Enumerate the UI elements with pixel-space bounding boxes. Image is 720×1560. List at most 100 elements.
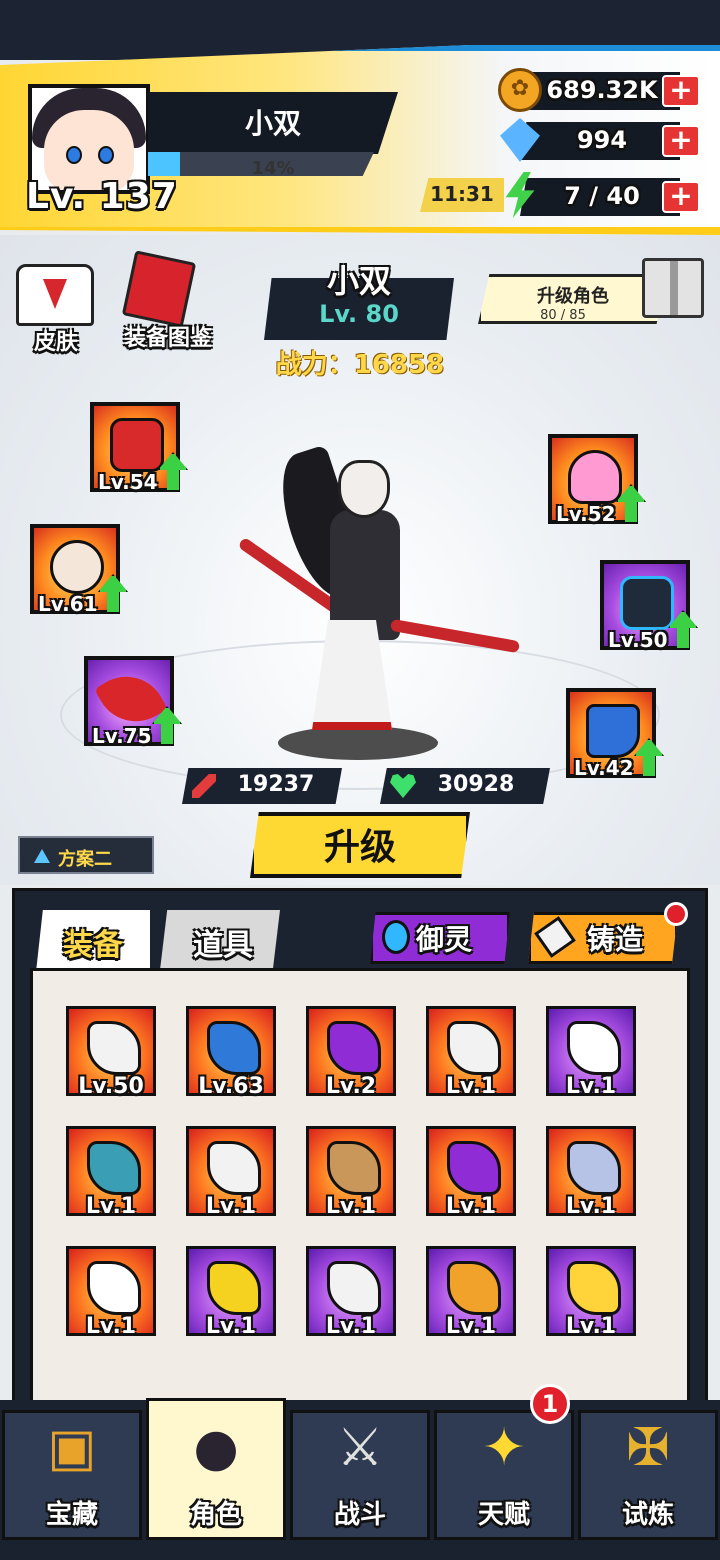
gift-box-icon[interactable] bbox=[642, 258, 704, 318]
inventory-item-level: Lv.1 bbox=[565, 1074, 617, 1099]
lightbulb-icon: ✦ bbox=[482, 1418, 526, 1478]
energy-timer: 11:31 bbox=[430, 182, 494, 206]
uniform-icon bbox=[87, 1261, 141, 1315]
inventory-item-level: Lv.2 bbox=[325, 1074, 377, 1099]
add-energy-button[interactable]: + bbox=[662, 181, 700, 213]
triangle-up-icon bbox=[34, 849, 50, 863]
armor-icon bbox=[620, 576, 674, 630]
inventory-item-level: Lv.1 bbox=[205, 1314, 257, 1339]
seal-orb-icon bbox=[50, 540, 104, 594]
inventory-item[interactable]: Lv.1 bbox=[546, 1126, 636, 1219]
hp-value: 30928 bbox=[437, 772, 515, 797]
inventory-item[interactable]: Lv.1 bbox=[186, 1126, 276, 1219]
energy-amount: 7 / 40 bbox=[564, 182, 640, 210]
uniform-icon bbox=[567, 1021, 621, 1075]
tab-items-label[interactable]: 道具 bbox=[168, 920, 278, 964]
character-portrait-icon: ● bbox=[193, 1418, 239, 1478]
inventory-item[interactable]: Lv.1 bbox=[426, 1246, 516, 1339]
codex-button-label[interactable]: 装备图鉴 bbox=[112, 320, 224, 352]
blade-icon bbox=[207, 1141, 261, 1195]
inventory-item[interactable]: Lv.50 bbox=[66, 1006, 156, 1099]
inventory-item[interactable]: Lv.1 bbox=[546, 1246, 636, 1339]
equip-slot-orb[interactable]: Lv.61 bbox=[30, 524, 128, 616]
equip-slot-boots[interactable]: Lv.42 bbox=[566, 688, 664, 780]
equip-level: Lv.75 bbox=[92, 724, 152, 748]
inventory-item[interactable]: Lv.1 bbox=[66, 1126, 156, 1219]
inventory-item[interactable]: Lv.1 bbox=[426, 1006, 516, 1099]
hero-fox-mask bbox=[338, 460, 390, 518]
nav-trial-label[interactable]: 试炼 bbox=[578, 1494, 718, 1531]
nav-battle-label[interactable]: 战斗 bbox=[290, 1494, 430, 1531]
boots-icon bbox=[586, 704, 640, 758]
inventory-item[interactable]: Lv.1 bbox=[306, 1246, 396, 1339]
notification-dot bbox=[664, 902, 688, 926]
blade-icon bbox=[327, 1261, 381, 1315]
inventory-item-level: Lv.1 bbox=[85, 1314, 137, 1339]
hero-name: 小双 bbox=[326, 262, 391, 300]
hero-sword bbox=[389, 618, 521, 654]
add-coins-button[interactable]: + bbox=[662, 75, 700, 107]
helmet-icon bbox=[568, 450, 622, 504]
gem-amount: 994 bbox=[576, 126, 628, 154]
talent-notification-badge: 1 bbox=[530, 1384, 570, 1424]
spirit-button-label[interactable]: 御灵 bbox=[384, 918, 504, 958]
add-gems-button[interactable]: + bbox=[662, 125, 700, 157]
ring-icon bbox=[327, 1141, 381, 1195]
nav-character-label[interactable]: 角色 bbox=[146, 1494, 286, 1531]
inventory-item[interactable]: Lv.1 bbox=[186, 1246, 276, 1339]
inventory-item-level: Lv.50 bbox=[78, 1074, 144, 1099]
crown-icon bbox=[567, 1141, 621, 1195]
inventory-item-level: Lv.1 bbox=[565, 1314, 617, 1339]
combat-power: 战力：16858 bbox=[275, 350, 445, 380]
equip-slot-armor[interactable]: Lv.50 bbox=[600, 560, 698, 652]
inventory-item[interactable]: Lv.1 bbox=[66, 1246, 156, 1339]
jagged-blade-icon bbox=[87, 1141, 141, 1195]
nav-talent-label[interactable]: 天赋 bbox=[434, 1494, 574, 1531]
equip-level: Lv.52 bbox=[556, 502, 616, 526]
inventory-item[interactable]: Lv.2 bbox=[306, 1006, 396, 1099]
upgrade-button-label[interactable]: 升级 bbox=[250, 818, 470, 870]
equip-level: Lv.61 bbox=[38, 592, 98, 616]
inventory-item-level: Lv.1 bbox=[205, 1194, 257, 1219]
inventory-item-level: Lv.1 bbox=[445, 1314, 497, 1339]
equip-slot-book[interactable]: Lv.54 bbox=[90, 402, 188, 494]
equip-level: Lv.50 bbox=[608, 628, 668, 652]
crossed-swords-icon: ⚔ bbox=[336, 1418, 384, 1478]
inventory-item[interactable]: Lv.63 bbox=[186, 1006, 276, 1099]
forge-button-label[interactable]: 铸造 bbox=[560, 918, 670, 958]
inventory-item-level: Lv.1 bbox=[85, 1194, 137, 1219]
banana-blade-icon bbox=[207, 1261, 261, 1315]
tab-equipment-label[interactable]: 装备 bbox=[36, 920, 150, 964]
player-name: 小双 bbox=[244, 107, 301, 140]
inventory-item[interactable]: Lv.1 bbox=[546, 1006, 636, 1099]
inventory-item-level: Lv.1 bbox=[325, 1194, 377, 1219]
equip-level: Lv.54 bbox=[98, 470, 158, 494]
avatar-eye bbox=[98, 146, 114, 164]
skin-button-label[interactable]: 皮肤 bbox=[14, 324, 98, 356]
inventory-item-level: Lv.63 bbox=[198, 1074, 264, 1099]
equip-slot-weapon[interactable]: Lv.75 bbox=[84, 656, 182, 748]
blade-icon bbox=[87, 1021, 141, 1075]
hero-level: Lv. 80 bbox=[319, 300, 399, 328]
dragon-ring-icon bbox=[447, 1261, 501, 1315]
inventory-item[interactable]: Lv.1 bbox=[306, 1126, 396, 1219]
paw-coin-icon: ✿ bbox=[498, 68, 542, 112]
upgrade-character-label[interactable]: 升级角色 bbox=[478, 282, 668, 308]
upgrade-character-progress: 80 / 85 bbox=[540, 308, 586, 323]
loadout-plan-label[interactable]: 方案二 bbox=[58, 845, 112, 871]
orb-necklace-icon bbox=[327, 1021, 381, 1075]
inventory-item-level: Lv.1 bbox=[445, 1074, 497, 1099]
orb-necklace-icon bbox=[447, 1141, 501, 1195]
inventory-item[interactable]: Lv.1 bbox=[426, 1126, 516, 1219]
sandal-icon bbox=[207, 1021, 261, 1075]
inventory-item-level: Lv.1 bbox=[445, 1194, 497, 1219]
equip-slot-helmet[interactable]: Lv.52 bbox=[548, 434, 646, 526]
exp-percent: 14% bbox=[251, 158, 295, 179]
skin-uniform-icon[interactable] bbox=[16, 264, 94, 326]
coin-amount: 689.32K bbox=[546, 76, 658, 104]
inventory-item-level: Lv.1 bbox=[565, 1194, 617, 1219]
avatar-eye bbox=[66, 146, 82, 164]
player-level: Lv. 137 bbox=[26, 176, 178, 217]
rabbit-book-icon bbox=[110, 418, 164, 472]
nav-treasure-label[interactable]: 宝藏 bbox=[2, 1494, 142, 1531]
